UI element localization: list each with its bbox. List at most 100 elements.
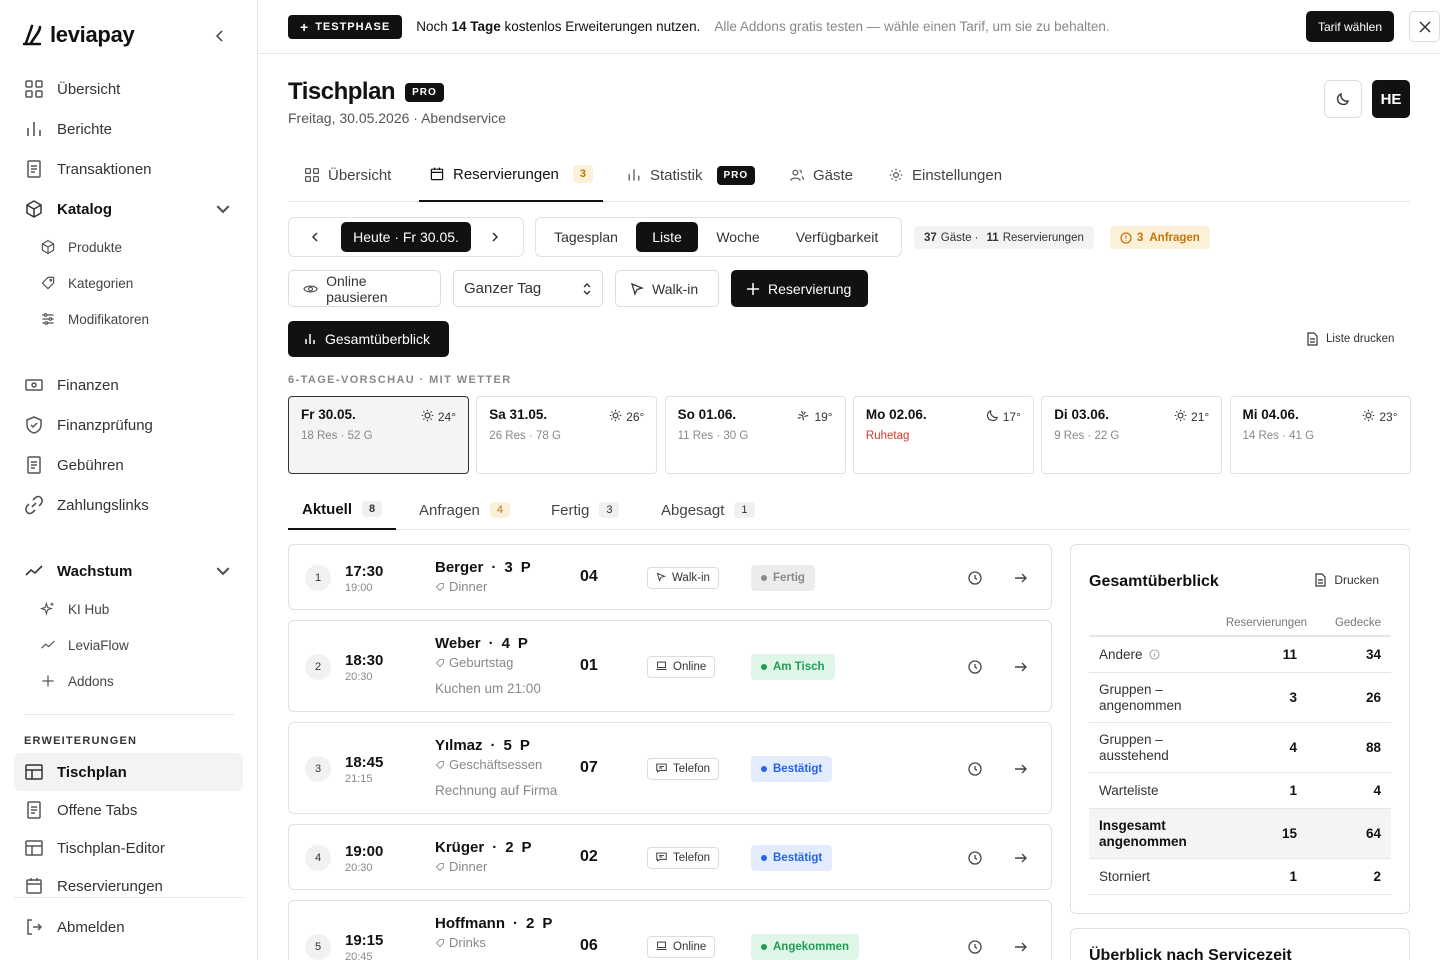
logout-button[interactable]: Abmelden (14, 909, 243, 945)
guest-count: 37 (924, 231, 937, 244)
nav-produkte[interactable]: Produkte (40, 232, 240, 262)
nav-gebuehren[interactable]: Gebühren (14, 447, 243, 483)
view-switcher: Tagesplan Liste Woche Verfügbarkeit (535, 217, 902, 257)
forecast-day[interactable]: Mo 02.06. 17° Ruhetag (852, 396, 1034, 474)
nav-addons[interactable]: Addons (40, 666, 240, 696)
reservation-row[interactable]: 1 17:30 19:00 Berger · 3 P Dinner 04 Walk-i… (288, 544, 1052, 610)
nav-label: Wachstum (57, 562, 133, 580)
reservation-row[interactable]: 3 18:45 21:15 Yılmaz · 5 P Geschäftsessen R… (288, 722, 1052, 814)
forecast-day[interactable]: So 01.06. 19° 11 Res · 30 G (664, 396, 846, 474)
tab-reservierungen[interactable]: Reservierungen 3 (419, 148, 604, 202)
overview-button-label: Gesamtüberblick (325, 331, 431, 347)
page-title-row: Tischplan PRO (288, 78, 444, 106)
nav-leviaflow[interactable]: LeviaFlow (40, 630, 240, 660)
bar-chart-icon (628, 169, 640, 181)
avatar[interactable]: HE (1372, 80, 1410, 118)
banknote-icon (25, 379, 43, 391)
status-badge[interactable]: Bestätigt (751, 845, 833, 871)
chevron-right-icon[interactable] (489, 231, 501, 243)
status-badge[interactable]: Bestätigt (751, 756, 833, 782)
view-verfuegbarkeit[interactable]: Verfügbarkeit (780, 222, 894, 252)
chevron-left-icon[interactable] (309, 231, 321, 243)
forecast-day[interactable]: Sa 31.05. 26° 26 Res · 78 G (476, 396, 658, 474)
nav-zahlungslinks[interactable]: Zahlungslinks (14, 487, 243, 523)
status-badge[interactable]: Angekommen (751, 934, 860, 960)
nav-reservierungen[interactable]: Reservierungen (14, 868, 243, 894)
choose-plan-button[interactable]: Tarif wählen (1305, 11, 1394, 42)
row-covers: 4 (1373, 783, 1381, 798)
nav-kategorien[interactable]: Kategorien (40, 268, 240, 298)
overview-button[interactable]: Gesamtüberblick (288, 321, 449, 357)
guest-name-row: Hoffmann · 2 P (435, 915, 552, 932)
close-banner-button[interactable] (1409, 11, 1440, 42)
subtab-abgesagt[interactable]: Abgesagt 1 (647, 490, 769, 530)
requests-badge[interactable]: 3 Anfragen (1110, 226, 1210, 249)
party-unit: P (519, 737, 530, 754)
print-list-button[interactable]: Liste drucken (1306, 332, 1394, 346)
nav-finanzen[interactable]: Finanzen (14, 367, 243, 403)
nav-berichte[interactable]: Berichte (14, 111, 243, 147)
arrow-right-icon[interactable] (1013, 939, 1029, 955)
forecast-temp: 19° (814, 410, 833, 424)
arrow-right-icon[interactable] (1013, 850, 1029, 866)
tab-einstellungen[interactable]: Einstellungen (888, 148, 1002, 202)
cursor-icon (656, 572, 666, 585)
overview-print-button[interactable]: Drucken (1314, 573, 1379, 587)
reservation-row[interactable]: 2 18:30 20:30 Weber · 4 P Geburtstag Kuchen… (288, 620, 1052, 712)
pause-online-button[interactable]: Online pausieren (288, 270, 441, 307)
nav-uebersicht[interactable]: Übersicht (14, 71, 243, 107)
clock-icon[interactable] (967, 570, 983, 586)
nav-finanzpruefung[interactable]: Finanzprüfung (14, 407, 243, 443)
forecast-day[interactable]: Fr 30.05. 24° 18 Res · 52 G (288, 396, 469, 474)
arrow-right-icon[interactable] (1013, 570, 1029, 586)
walkin-button[interactable]: Walk-in (615, 270, 719, 307)
subtab-aktuell[interactable]: Aktuell 8 (288, 490, 397, 530)
forecast-detail: Ruhetag (865, 430, 910, 442)
nav-transaktionen[interactable]: Transaktionen (14, 151, 243, 187)
nav-offene-tabs[interactable]: Offene Tabs (14, 792, 243, 828)
guest-name-row: Berger · 3 P (435, 559, 531, 576)
subtab-anfragen[interactable]: Anfragen 4 (405, 490, 524, 530)
row-label-cell: Gruppen – ausstehend (1089, 732, 1209, 764)
arrow-right-icon[interactable] (1013, 761, 1029, 777)
arrow-right-icon[interactable] (1013, 659, 1029, 675)
row-label-cell: Andere (1089, 647, 1209, 663)
reservation-row[interactable]: 4 19:00 20:30 Krüger · 2 P Dinner 02 Telefo… (288, 824, 1052, 890)
nav-tischplan[interactable]: Tischplan (14, 753, 243, 791)
tab-label: Gäste (813, 166, 854, 184)
nav-katalog[interactable]: Katalog (14, 191, 243, 227)
clock-icon[interactable] (967, 939, 983, 955)
reservation-row[interactable]: 5 19:15 20:45 Hoffmann · 2 P Drinks 06 Onli… (288, 900, 1052, 960)
tab-gaeste[interactable]: Gäste (789, 148, 853, 202)
guest-name: Berger (435, 559, 484, 576)
status-badge[interactable]: Am Tisch (751, 654, 835, 680)
tab-statistik[interactable]: Statistik PRO (626, 148, 756, 202)
tab-uebersicht[interactable]: Übersicht (304, 148, 391, 202)
occasion-label: Dinner (449, 859, 488, 874)
nav-tischplan-editor[interactable]: Tischplan-Editor (14, 830, 243, 866)
period-select[interactable]: Ganzer Tag (453, 270, 603, 307)
extensions-title: ERWEITERUNGEN (24, 735, 138, 747)
clock-icon[interactable] (967, 761, 983, 777)
brand-logo[interactable]: leviapay (22, 22, 135, 48)
view-tagesplan[interactable]: Tagesplan (544, 222, 628, 252)
reservation-end-time: 20:30 (345, 671, 373, 683)
clock-icon[interactable] (967, 850, 983, 866)
view-woche[interactable]: Woche (706, 222, 770, 252)
nav-wachstum[interactable]: Wachstum (14, 553, 243, 589)
forecast-day[interactable]: Mi 04.06. 23° 14 Res · 41 G (1229, 396, 1411, 474)
nav-ki-hub[interactable]: KI Hub (40, 594, 240, 624)
forecast-day[interactable]: Di 03.06. 21° 9 Res · 22 G (1041, 396, 1223, 474)
row-reservations: 4 (1289, 740, 1297, 755)
overview-table: Reservierungen Gedecke Andere 11 34 Grupp… (1089, 611, 1391, 895)
row-covers: 88 (1365, 740, 1381, 755)
clock-icon[interactable] (967, 659, 983, 675)
nav-modifikatoren[interactable]: Modifikatoren (40, 304, 240, 334)
collapse-sidebar-icon[interactable] (212, 28, 228, 44)
subtab-fertig[interactable]: Fertig 3 (537, 490, 633, 530)
date-today-button[interactable]: Heute · Fr 30.05. (341, 222, 471, 252)
theme-toggle-button[interactable] (1324, 80, 1362, 118)
new-reservation-button[interactable]: Reservierung (731, 270, 868, 307)
view-liste[interactable]: Liste (636, 222, 698, 252)
status-badge[interactable]: Fertig (751, 565, 815, 591)
